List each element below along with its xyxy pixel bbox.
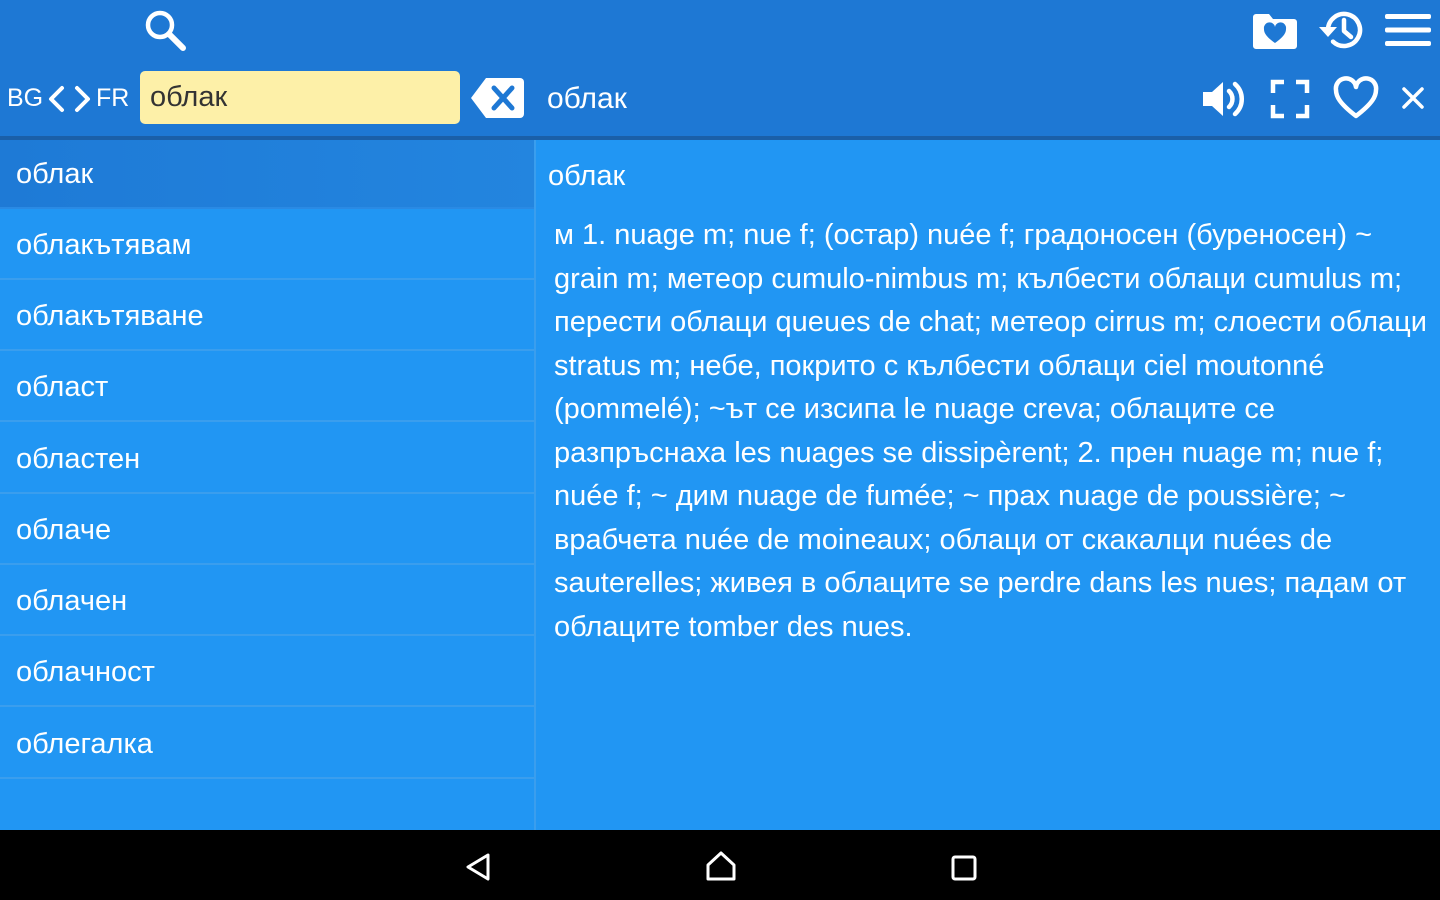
source-language-label[interactable]: BG (7, 82, 43, 114)
list-item[interactable]: областен (0, 425, 534, 494)
word-list: облак облакътявам облакътяване област об… (0, 140, 534, 830)
pane-divider (534, 140, 536, 830)
search-icon[interactable] (143, 8, 187, 52)
list-item[interactable]: облегалка (0, 710, 534, 779)
fullscreen-icon[interactable] (1270, 79, 1310, 119)
entry-definition: м 1. nuage m; nue f; (остар) nuée f; гра… (554, 219, 1427, 643)
speaker-icon[interactable] (1201, 78, 1247, 120)
clear-search-icon[interactable] (470, 76, 526, 120)
header-current-word: облак (547, 82, 627, 115)
target-language-label[interactable]: FR (96, 82, 129, 114)
system-navigation-bar (0, 830, 1440, 900)
list-item[interactable]: облакътявам (0, 211, 534, 280)
chevron-right-icon[interactable] (73, 85, 93, 113)
favorite-heart-icon[interactable] (1333, 76, 1379, 120)
list-item[interactable]: облачност (0, 638, 534, 707)
history-icon[interactable] (1316, 7, 1366, 53)
list-item[interactable]: облаче (0, 496, 534, 565)
home-icon[interactable] (705, 850, 737, 882)
list-item[interactable]: облакътяване (0, 282, 534, 351)
search-input[interactable] (140, 71, 460, 124)
folder-heart-icon[interactable] (1251, 12, 1299, 50)
list-item[interactable]: облак (0, 140, 534, 209)
recents-icon[interactable] (951, 855, 977, 881)
list-item[interactable]: област (0, 353, 534, 422)
menu-icon[interactable] (1385, 13, 1431, 47)
close-icon[interactable] (1401, 86, 1425, 110)
entry-headword: облак (548, 160, 626, 192)
back-icon[interactable] (464, 852, 492, 882)
chevron-left-icon[interactable] (46, 85, 66, 113)
list-item[interactable]: облачен (0, 567, 534, 636)
